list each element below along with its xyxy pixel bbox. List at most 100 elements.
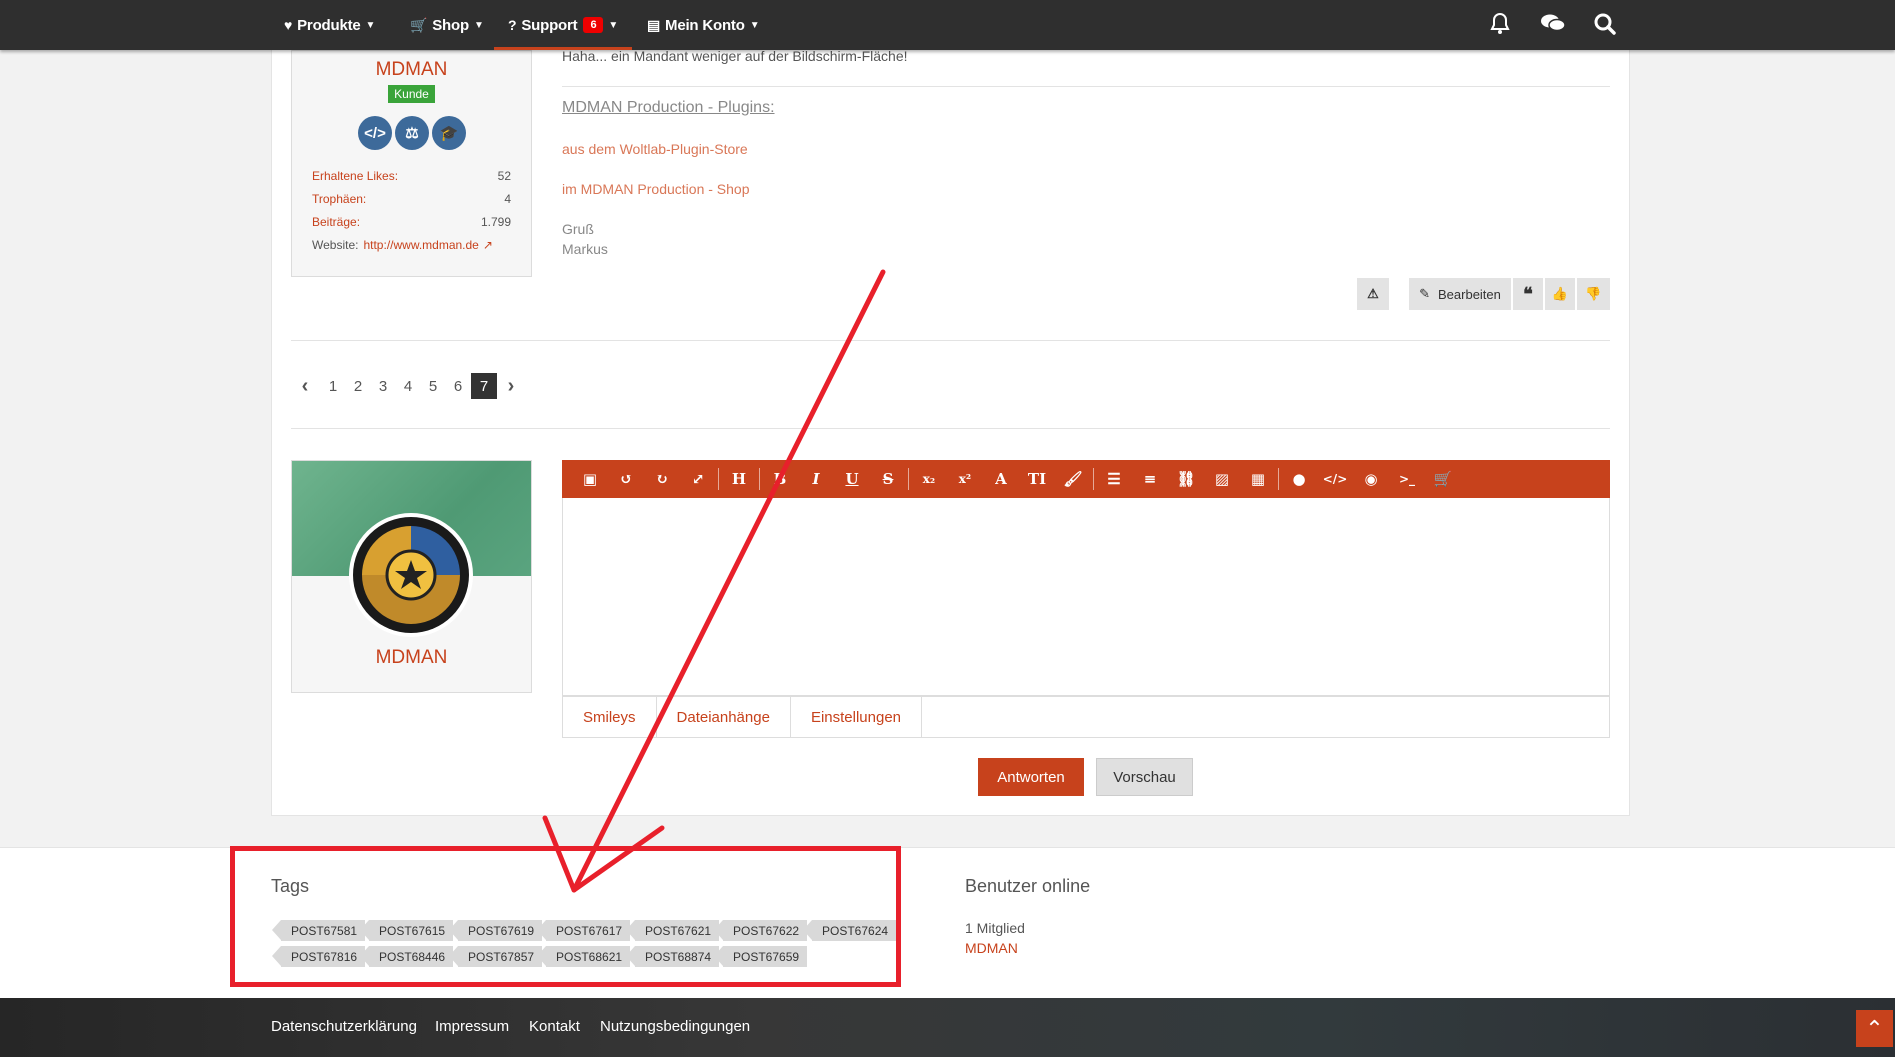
post-text: Haha... ein Mandant weniger auf der Bild… xyxy=(562,48,908,64)
toolbar-separator xyxy=(908,468,909,490)
thumbs-down-icon: 👎 xyxy=(1585,286,1602,301)
pagination-next[interactable]: › xyxy=(500,373,522,399)
chevron-left-icon: ‹ xyxy=(301,374,309,397)
nav-support-label: Support xyxy=(521,16,578,34)
pagination-page[interactable]: 1 xyxy=(322,373,344,399)
quote-bubble-icon[interactable]: ● xyxy=(1281,460,1317,498)
dislike-button[interactable]: 👎 xyxy=(1577,278,1610,310)
search-icon[interactable] xyxy=(1594,13,1616,41)
spoiler-eye-icon[interactable]: ◉ xyxy=(1353,460,1389,498)
terminal-icon[interactable]: >_ xyxy=(1389,460,1425,498)
redo-icon[interactable]: ↻ xyxy=(644,460,680,498)
nav-produkte[interactable]: ♥ Produkte ▼ xyxy=(284,0,375,50)
paintbrush-icon[interactable]: 🖌 xyxy=(1055,460,1091,498)
footer-link-privacy[interactable]: Datenschutzerklärung xyxy=(271,1018,417,1035)
chevron-down-icon: ▼ xyxy=(608,19,619,31)
reply-author-card: MDMAN xyxy=(291,460,532,693)
tab-settings[interactable]: Einstellungen xyxy=(791,697,923,737)
message-editor[interactable] xyxy=(562,498,1610,696)
align-icon[interactable]: ≡ xyxy=(1132,460,1168,498)
users-online-title: Benutzer online xyxy=(965,876,1091,896)
superscript-icon[interactable]: x² xyxy=(947,460,983,498)
cart-icon[interactable]: 🛒 xyxy=(1425,460,1461,498)
edit-button[interactable]: ✎ Bearbeiten xyxy=(1409,278,1511,310)
table-icon[interactable]: ▦ xyxy=(1240,460,1276,498)
footer-link-terms[interactable]: Nutzungsbedingungen xyxy=(600,1018,750,1035)
shop-link[interactable]: im MDMAN Production - Shop xyxy=(562,181,750,197)
chevron-down-icon: ▼ xyxy=(365,19,376,31)
chevron-right-icon: › xyxy=(507,374,515,397)
code-icon[interactable]: </> xyxy=(1317,460,1353,498)
font-size-icon[interactable]: TI xyxy=(1019,460,1055,498)
underline-icon[interactable]: U xyxy=(834,460,870,498)
edit-label: Bearbeiten xyxy=(1438,286,1501,302)
support-count-badge: 6 xyxy=(583,17,604,33)
footer-link-imprint[interactable]: Impressum xyxy=(435,1018,509,1035)
chat-bubbles-icon[interactable] xyxy=(1541,13,1566,39)
source-code-icon[interactable]: ▣ xyxy=(572,460,608,498)
stat-label[interactable]: Erhaltene Likes: xyxy=(312,169,398,183)
stat-posts: Beiträge: 1.799 xyxy=(312,215,511,229)
cart-icon: 🛒 xyxy=(410,16,428,33)
pagination-page[interactable]: 2 xyxy=(347,373,369,399)
website-link[interactable]: http://www.mdman.de xyxy=(363,238,478,252)
undo-icon[interactable]: ↺ xyxy=(608,460,644,498)
footer-link-contact[interactable]: Kontakt xyxy=(529,1018,580,1035)
nav-produkte-label: Produkte xyxy=(297,16,361,34)
pagination-current-page[interactable]: 7 xyxy=(471,373,497,399)
image-icon[interactable]: ▨ xyxy=(1204,460,1240,498)
nav-shop[interactable]: 🛒 Shop ▼ xyxy=(410,0,484,50)
subscript-icon[interactable]: x₂ xyxy=(911,460,947,498)
avatar[interactable] xyxy=(349,513,473,637)
italic-icon[interactable]: I xyxy=(798,460,834,498)
stat-value: 52 xyxy=(497,169,511,183)
pagination-prev[interactable]: ‹ xyxy=(294,373,316,399)
bold-icon[interactable]: B xyxy=(762,460,798,498)
question-circle-icon: ? xyxy=(508,17,517,33)
quote-button[interactable]: ❝ xyxy=(1513,278,1543,310)
link-icon[interactable]: ⛓ xyxy=(1168,460,1204,498)
tab-attachments[interactable]: Dateianhänge xyxy=(657,697,791,737)
user-rank-badge: Kunde xyxy=(388,85,435,103)
pagination-page[interactable]: 4 xyxy=(397,373,419,399)
toolbar-separator xyxy=(718,468,719,490)
stat-likes: Erhaltene Likes: 52 xyxy=(312,169,511,183)
stat-value: 4 xyxy=(504,192,511,206)
signature-heading[interactable]: MDMAN Production - Plugins: xyxy=(562,99,775,117)
online-count: 1 Mitglied xyxy=(965,920,1025,936)
pagination-page[interactable]: 5 xyxy=(422,373,444,399)
pagination-page[interactable]: 6 xyxy=(447,373,469,399)
tab-smileys[interactable]: Smileys xyxy=(563,697,657,737)
strikethrough-icon[interactable]: S xyxy=(870,460,906,498)
font-icon[interactable]: A xyxy=(983,460,1019,498)
code-trophy-icon[interactable]: </> xyxy=(358,116,392,150)
toolbar-separator xyxy=(1278,468,1279,490)
pagination-page[interactable]: 3 xyxy=(372,373,394,399)
nav-mein-konto[interactable]: ▤ Mein Konto ▼ xyxy=(647,0,760,50)
scroll-to-top-button[interactable]: ⌃ xyxy=(1856,1010,1893,1047)
plugin-store-link[interactable]: aus dem Woltlab-Plugin-Store xyxy=(562,141,748,157)
online-user-link[interactable]: MDMAN xyxy=(965,940,1018,956)
author-name[interactable]: MDMAN xyxy=(292,59,531,81)
preview-button[interactable]: Vorschau xyxy=(1096,758,1193,796)
report-button[interactable]: ⚠ xyxy=(1357,278,1389,310)
heading-icon[interactable]: H xyxy=(721,460,757,498)
chevron-down-icon: ▼ xyxy=(749,19,760,31)
scale-trophy-icon[interactable]: ⚖ xyxy=(395,116,429,150)
signature-name: Markus xyxy=(562,241,608,257)
section-divider xyxy=(291,428,1610,429)
graduation-cap-trophy-icon[interactable]: 🎓 xyxy=(432,116,466,150)
warning-icon: ⚠ xyxy=(1367,286,1379,301)
chevron-down-icon: ▼ xyxy=(473,19,484,31)
stat-label[interactable]: Trophäen: xyxy=(312,192,366,206)
fullscreen-icon[interactable]: ⤢ xyxy=(680,460,716,498)
submit-reply-button[interactable]: Antworten xyxy=(978,758,1084,796)
bell-icon[interactable] xyxy=(1490,12,1510,41)
stat-value: 1.799 xyxy=(480,215,511,229)
list-icon[interactable]: ☰ xyxy=(1096,460,1132,498)
stat-label[interactable]: Beiträge: xyxy=(312,215,360,229)
reply-author-name[interactable]: MDMAN xyxy=(292,647,531,669)
like-button[interactable]: 👍 xyxy=(1545,278,1575,310)
stat-trophies: Trophäen: 4 xyxy=(312,192,511,206)
nav-support[interactable]: ? Support 6 ▼ xyxy=(493,0,633,50)
